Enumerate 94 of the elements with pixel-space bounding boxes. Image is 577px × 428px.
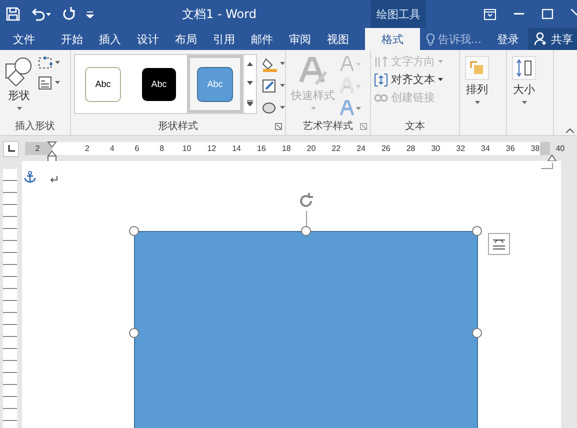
group-label: 形状样式 [158, 120, 198, 133]
margin-corner-icon [541, 163, 553, 169]
ribbon-tab[interactable]: 视图 [319, 28, 357, 50]
size-icon [512, 56, 536, 80]
ruler-number: 40 [554, 144, 566, 154]
shape-effects-icon[interactable] [262, 100, 286, 116]
minimize-icon[interactable] [514, 13, 524, 15]
ribbon-tab[interactable]: 邮件 [243, 28, 281, 50]
arrange-button[interactable]: 排列 [463, 54, 491, 106]
paragraph-mark-icon [50, 176, 58, 183]
paint-bucket-icon[interactable] [262, 56, 286, 72]
shapes-button[interactable]: 形状 [3, 54, 35, 112]
group-label: 文本 [405, 120, 425, 133]
ruler-number: 26 [380, 144, 392, 154]
lightbulb-icon [426, 32, 435, 46]
ruler-number: 2 [84, 144, 90, 154]
style-option[interactable]: Abc [75, 55, 131, 113]
ruler-number: 22 [330, 144, 342, 154]
sign-in-link[interactable]: 登录 [488, 28, 528, 50]
anchor-icon [24, 171, 36, 183]
caret-icon [522, 101, 526, 104]
caret-icon [438, 78, 443, 81]
layout-options-button[interactable] [488, 233, 510, 255]
maximize-icon[interactable] [542, 9, 553, 19]
resize-handle[interactable] [472, 328, 482, 338]
ribbon-display-icon[interactable] [484, 8, 496, 20]
group-label: 插入形状 [15, 120, 55, 133]
link-icon [374, 94, 388, 102]
ribbon-tab[interactable]: 格式 [365, 28, 420, 50]
ruler-number: 20 [306, 144, 317, 154]
edit-shape-icon[interactable] [38, 56, 60, 70]
save-icon[interactable] [6, 7, 20, 21]
ribbon-tab[interactable]: 布局 [167, 28, 205, 50]
ruler-number: 18 [280, 144, 292, 154]
resize-handle[interactable] [129, 328, 139, 338]
ruler-number: 34 [480, 144, 491, 154]
ribbon-tab[interactable]: 开始 [53, 28, 91, 50]
collapse-ribbon-icon[interactable] [566, 128, 574, 133]
redo-icon[interactable] [62, 7, 76, 21]
ruler-number: 12 [206, 144, 218, 154]
letter-brush-icon [298, 56, 328, 86]
context-tab-group: 绘图工具 [371, 0, 426, 28]
style-swatch: Abc [142, 68, 176, 100]
ruler-number: 14 [231, 144, 242, 154]
text-box-icon[interactable] [38, 76, 60, 90]
ruler-number: 28 [405, 144, 416, 154]
caret-icon [310, 107, 316, 110]
arrange-icon [465, 56, 489, 80]
ribbon-tab[interactable]: 审阅 [281, 28, 319, 50]
caret-icon [438, 60, 443, 63]
pen-outline-icon[interactable] [262, 78, 286, 94]
scroll-down-icon[interactable] [247, 80, 253, 85]
ruler-number: 10 [181, 144, 192, 154]
ribbon-tab[interactable]: 设计 [129, 28, 167, 50]
group-label: 艺术字样式 [303, 120, 353, 133]
ruler-number: 4 [108, 144, 116, 154]
resize-handle[interactable] [129, 226, 139, 236]
window-title: 文档1 - Word [182, 6, 256, 22]
resize-handle[interactable] [472, 226, 482, 236]
left-tab-icon [8, 145, 14, 152]
person-icon [534, 32, 548, 46]
align-text-icon [374, 72, 388, 86]
ruler-number: 16 [256, 144, 267, 154]
more-icon[interactable] [247, 100, 253, 106]
text-wrap-icon [492, 238, 506, 250]
dialog-launcher-icon[interactable] [275, 123, 282, 130]
scroll-up-icon[interactable] [247, 62, 253, 66]
ruler-number: 8 [158, 144, 166, 154]
tell-me-field[interactable]: 告诉我... [426, 28, 488, 50]
resize-handle[interactable] [301, 226, 311, 236]
style-option[interactable]: Abc [131, 55, 187, 113]
ribbon-tab[interactable]: 文件 [5, 28, 43, 50]
ruler-number: 38 [530, 144, 541, 154]
ruler-number: 30 [430, 144, 442, 154]
customize-toolbar-icon[interactable] [86, 10, 94, 18]
tab-selector[interactable] [3, 140, 19, 156]
size-button[interactable]: 大小 [510, 54, 538, 106]
ruler-number: 32 [455, 144, 466, 154]
ruler-number: 6 [134, 144, 140, 154]
undo-icon[interactable] [30, 7, 52, 21]
ribbon-tab[interactable]: 引用 [205, 28, 243, 50]
text-direction-icon [374, 56, 388, 68]
style-swatch: Abc [85, 66, 121, 102]
shapes-icon [5, 56, 33, 86]
share-button[interactable]: 共享 [528, 28, 577, 50]
rotate-handle-icon[interactable] [297, 192, 315, 210]
ruler-number: 36 [504, 144, 516, 154]
style-swatch: Abc [197, 66, 233, 102]
ruler-number: 2 [34, 144, 41, 154]
caret-icon [474, 101, 480, 104]
caret-icon [16, 107, 22, 110]
text-command[interactable]: 对齐文本 [374, 72, 443, 87]
ribbon-tab[interactable]: 插入 [91, 28, 129, 50]
ruler-number: 24 [356, 144, 366, 154]
